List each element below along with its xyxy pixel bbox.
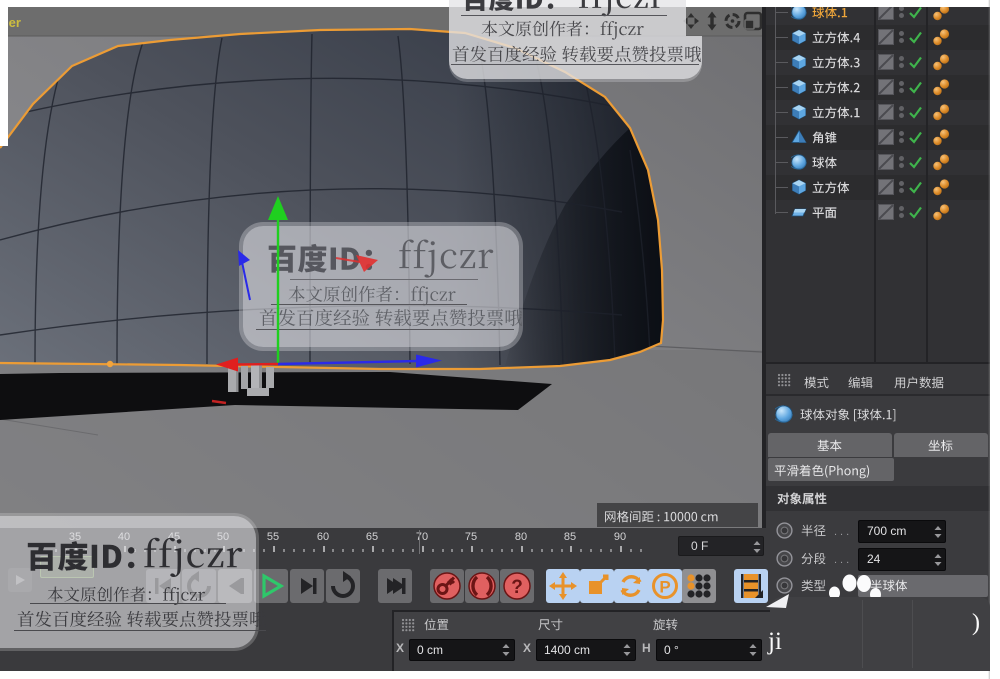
svg-text:?: ? [511, 577, 523, 598]
svg-text:P: P [659, 578, 670, 597]
